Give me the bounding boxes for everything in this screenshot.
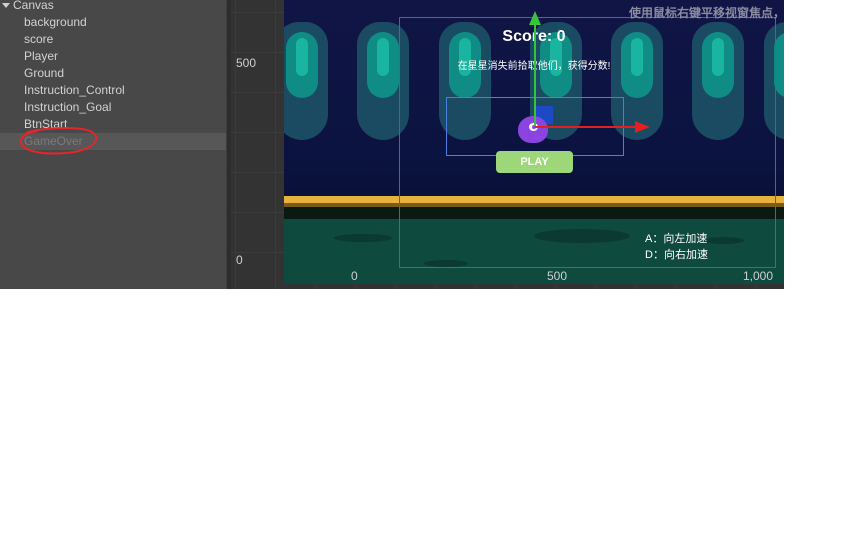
tree-node-label: Player <box>24 49 59 63</box>
x-axis-label-0: 0 <box>351 269 358 283</box>
move-gizmo-y-axis[interactable] <box>534 24 536 126</box>
game-canvas[interactable]: Score: 0 在星星消失前拾取他们，获得分数! PLAY A：向左加速 D：… <box>284 0 784 284</box>
background-window <box>284 22 328 140</box>
tree-node-instruction-control[interactable]: Instruction_Control <box>0 82 226 99</box>
expand-caret-icon[interactable] <box>2 3 10 8</box>
tree-node-label: Ground <box>24 66 65 80</box>
arrow-up-icon[interactable] <box>529 11 541 25</box>
y-axis-label-500: 500 <box>236 56 257 70</box>
tree-node-instruction-goal[interactable]: Instruction_Goal <box>0 99 226 116</box>
scene-view[interactable]: 500 0 Score: 0 在星星消失前拾取他们，获得分数! PLAY A：向… <box>231 0 784 289</box>
move-gizmo-x-axis[interactable] <box>535 126 635 128</box>
hierarchy-panel: Canvas background score Player Ground In… <box>0 0 226 289</box>
tree-node-ground[interactable]: Ground <box>0 65 226 82</box>
tree-node-player[interactable]: Player <box>0 48 226 65</box>
tree-node-label: background <box>24 15 87 29</box>
red-circle-annotation <box>19 127 98 155</box>
tree-node-canvas[interactable]: Canvas <box>0 0 226 14</box>
tree-node-score[interactable]: score <box>0 31 226 48</box>
play-button[interactable]: PLAY <box>496 151 573 173</box>
ground-spot <box>334 234 392 242</box>
scene-hint-text: 使用鼠标右键平移视窗焦点，使用滚轮 <box>629 6 784 20</box>
x-axis-label-1000: 1,000 <box>743 269 774 283</box>
tree-node-label: score <box>24 32 54 46</box>
tree-node-label: Instruction_Control <box>24 83 125 97</box>
arrow-right-icon[interactable] <box>635 121 650 133</box>
instruction-control-d[interactable]: D：向右加速 <box>645 246 708 262</box>
x-axis-label-500: 500 <box>547 269 568 283</box>
instruction-control-a[interactable]: A：向左加速 <box>645 230 707 246</box>
y-axis-label-0: 0 <box>236 253 243 267</box>
tree-node-label: Canvas <box>13 0 54 12</box>
tree-node-label: Instruction_Goal <box>24 100 112 114</box>
tree-node-background[interactable]: background <box>0 14 226 31</box>
